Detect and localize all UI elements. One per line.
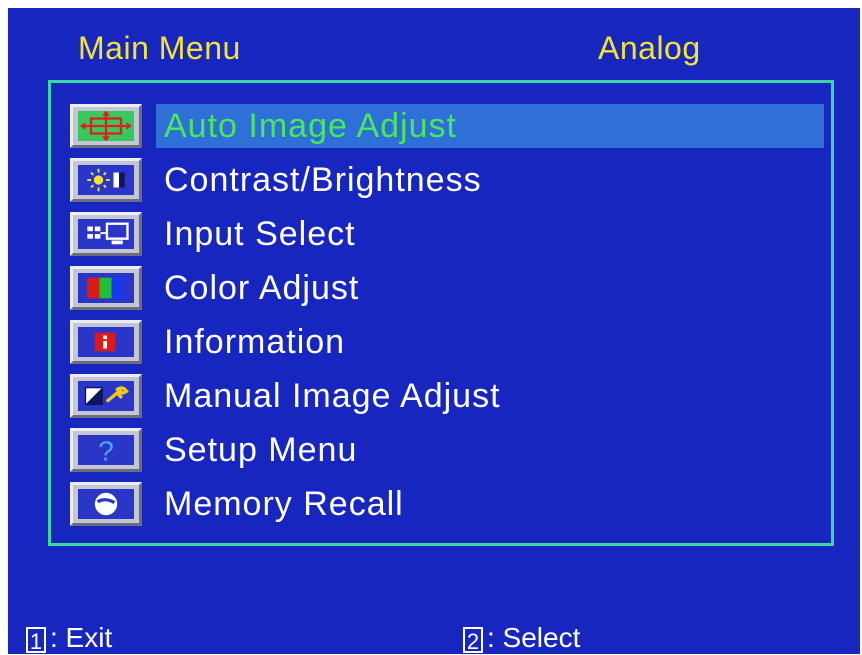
contrast-brightness-icon — [70, 158, 142, 202]
memory-recall-icon — [70, 482, 142, 526]
svg-text:?: ? — [98, 435, 114, 465]
menu-title: Main Menu — [78, 30, 241, 66]
exit-label: : Exit — [50, 622, 113, 653]
color-adjust-icon — [70, 266, 142, 310]
osd-panel: Main Menu Analog Auto Image Adjust Contr… — [8, 8, 860, 654]
exit-hint: 1: Exit — [26, 622, 112, 654]
signal-indicator: Analog — [598, 30, 701, 66]
input-select-icon — [70, 212, 142, 256]
menu-item-information[interactable]: Information — [70, 318, 826, 366]
menu-item-label: Memory Recall — [164, 485, 404, 523]
menu-item-manual-image-adjust[interactable]: Manual Image Adjust — [70, 372, 826, 420]
menu-item-label: Color Adjust — [164, 269, 360, 307]
menu-item-label: Information — [164, 323, 346, 361]
information-icon — [70, 320, 142, 364]
menu-item-label: Setup Menu — [164, 431, 358, 469]
menu-item-input-select[interactable]: Input Select — [70, 210, 826, 258]
menu-item-label: Auto Image Adjust — [164, 107, 457, 145]
menu-item-label: Contrast/Brightness — [164, 161, 482, 199]
menu-item-contrast-brightness[interactable]: Contrast/Brightness — [70, 156, 826, 204]
select-label: : Select — [487, 622, 581, 653]
menu-item-label: Input Select — [164, 215, 356, 253]
setup-menu-icon: ? — [70, 428, 142, 472]
menu-item-auto-image-adjust[interactable]: Auto Image Adjust — [70, 102, 826, 150]
menu-item-setup-menu[interactable]: ? Setup Menu — [70, 426, 826, 474]
key-1-icon: 1 — [26, 626, 46, 654]
auto-adjust-icon — [70, 104, 142, 148]
select-hint: 2: Select — [463, 622, 580, 654]
menu-item-label: Manual Image Adjust — [164, 377, 501, 415]
key-2-icon: 2 — [463, 626, 483, 654]
manual-adjust-icon — [70, 374, 142, 418]
menu-item-color-adjust[interactable]: Color Adjust — [70, 264, 826, 312]
menu-item-memory-recall[interactable]: Memory Recall — [70, 480, 826, 528]
